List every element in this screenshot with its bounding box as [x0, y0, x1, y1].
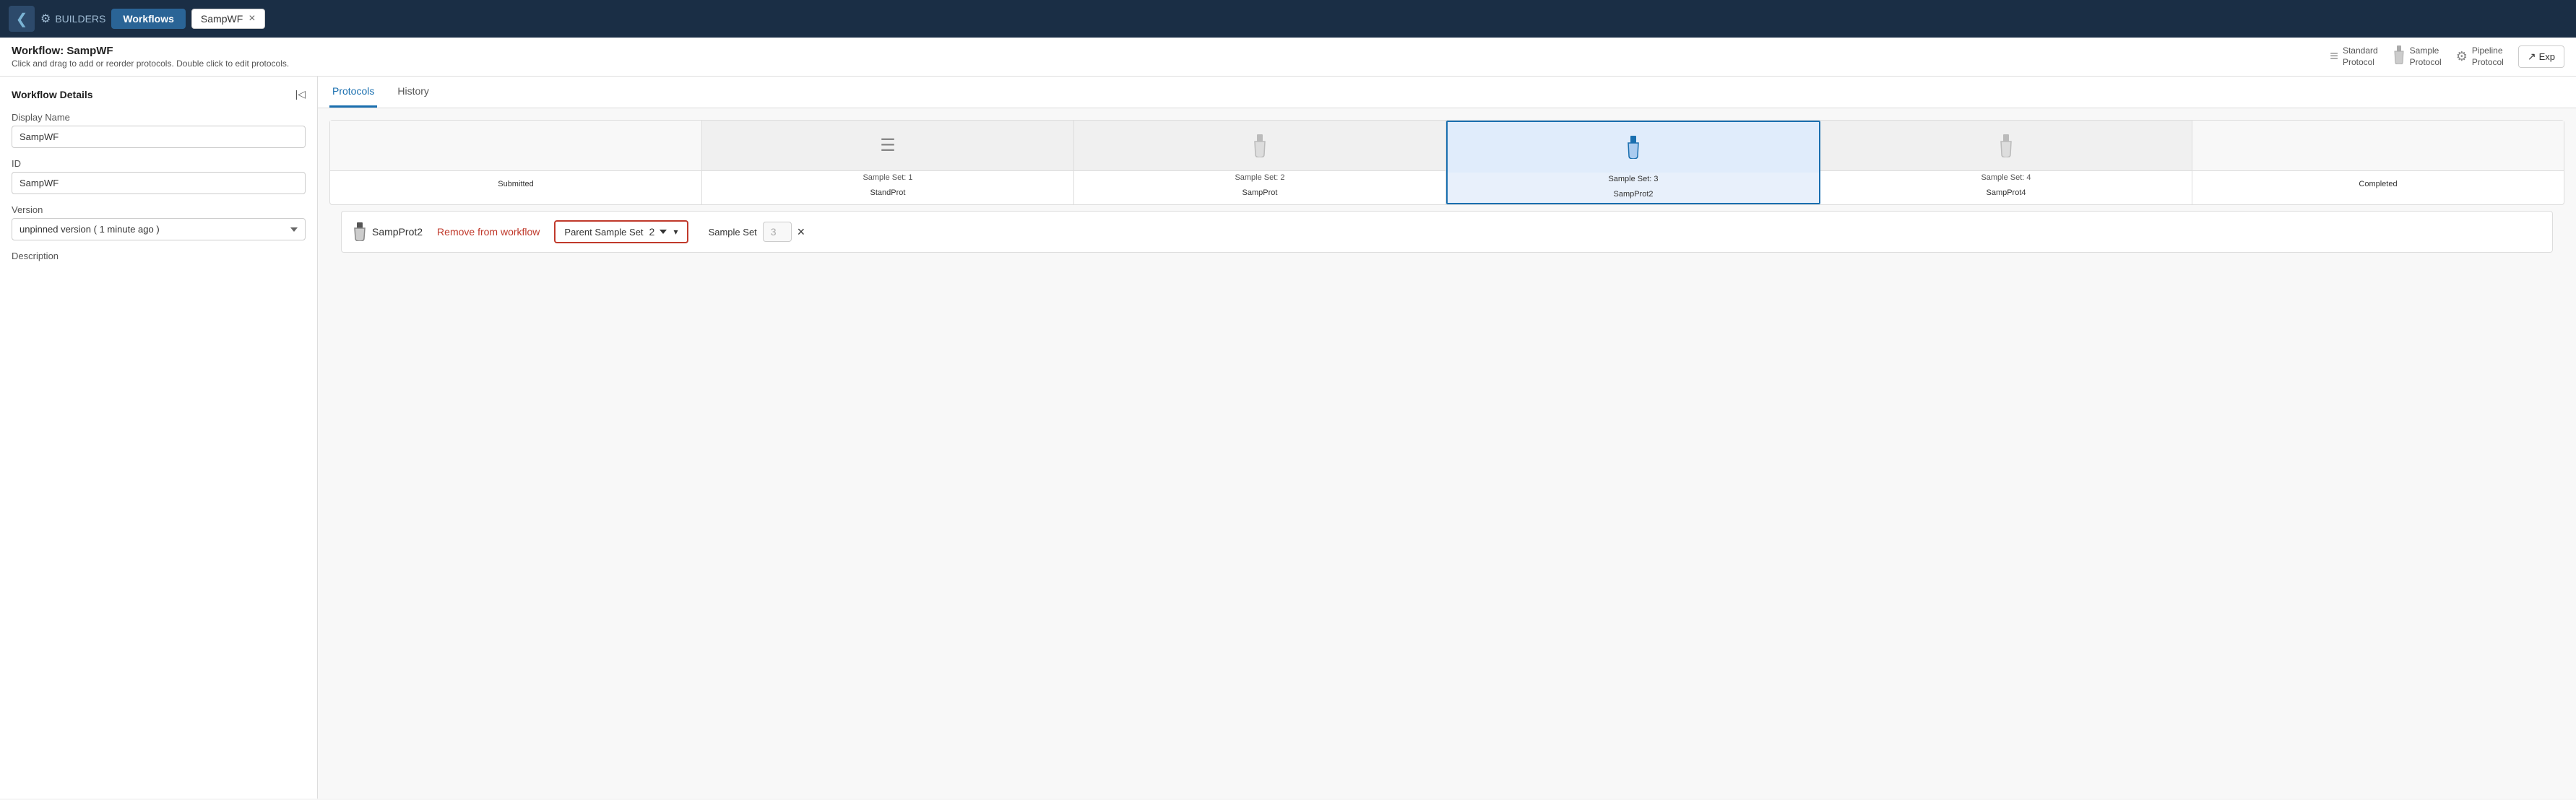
- tab-protocols[interactable]: Protocols: [329, 77, 377, 108]
- step-icon-sampprot4: [1820, 121, 2192, 171]
- step-icon-standprot: ☰: [702, 121, 1073, 171]
- step-set-sampprot4: Sample Set: 4: [1820, 171, 2192, 184]
- step-name-sampprot4: SampProt4: [1820, 184, 2192, 201]
- tube-icon-sampprot2: [1625, 136, 1641, 159]
- workflow-title: Workflow: SampWF: [12, 45, 289, 57]
- version-label: Version: [12, 204, 306, 215]
- tab-history[interactable]: History: [394, 77, 432, 108]
- step-icon-sampprot: [1074, 121, 1445, 171]
- step-icon-submitted: [330, 121, 701, 171]
- sidebar-title: Workflow Details: [12, 89, 93, 100]
- step-sampprot[interactable]: Sample Set: 2 SampProt: [1074, 121, 1446, 204]
- step-submitted: Submitted: [330, 121, 702, 204]
- display-name-input[interactable]: [12, 126, 306, 148]
- id-input[interactable]: [12, 172, 306, 194]
- top-nav: ❮ ⚙ BUILDERS Workflows SampWF ×: [0, 0, 2576, 38]
- step-set-standprot: Sample Set: 1: [702, 171, 1073, 184]
- step-name-sampprot: SampProt: [1074, 184, 1445, 201]
- editor-tube-icon: [353, 222, 366, 241]
- step-name-standprot: StandProt: [702, 184, 1073, 201]
- sample-set-label: Sample Set: [709, 227, 757, 238]
- header-right: ≡ StandardProtocol SampleProtocol ⚙ Pipe…: [2330, 45, 2564, 69]
- list-icon: ☰: [880, 135, 896, 156]
- description-label: Description: [12, 251, 306, 261]
- sample-set-box: Sample Set 3 ×: [709, 222, 805, 242]
- protocol-editor-title: SampProt2: [353, 222, 423, 241]
- export-icon: ↗: [2528, 51, 2536, 63]
- step-icon-completed: [2192, 121, 2564, 171]
- protocol-editor-name: SampProt2: [372, 226, 423, 238]
- step-standprot[interactable]: ☰ Sample Set: 1 StandProt: [702, 121, 1074, 204]
- step-sampprot2[interactable]: Sample Set: 3 SampProt2: [1446, 121, 1820, 204]
- parent-sample-set-select[interactable]: 2: [649, 226, 668, 238]
- tube-icon-sampprot4: [1998, 134, 2014, 157]
- standard-protocol-label: StandardProtocol: [2343, 45, 2378, 68]
- step-set-sampprot2: Sample Set: 3: [1448, 173, 1819, 186]
- sidebar-collapse-button[interactable]: |◁: [295, 88, 306, 100]
- tabs-row: Protocols History: [318, 77, 2576, 108]
- header-left: Workflow: SampWF Click and drag to add o…: [12, 45, 289, 69]
- standard-protocol-icon: ≡: [2330, 48, 2338, 65]
- sample-protocol-icon: [2393, 45, 2406, 69]
- step-icon-sampprot2: [1448, 122, 1819, 173]
- display-name-label: Display Name: [12, 112, 306, 123]
- tube-icon-sampprot: [1252, 134, 1268, 157]
- sample-protocol-type: SampleProtocol: [2393, 45, 2442, 69]
- main-layout: Workflow Details |◁ Display Name ID Vers…: [0, 77, 2576, 799]
- step-name-sampprot2: SampProt2: [1448, 186, 1819, 203]
- parent-sample-set-box: Parent Sample Set 2 ▾: [554, 220, 688, 243]
- version-group: Version unpinned version ( 1 minute ago …: [12, 204, 306, 240]
- version-select[interactable]: unpinned version ( 1 minute ago ): [12, 218, 306, 240]
- step-completed: Completed: [2192, 121, 2564, 204]
- builders-nav: ⚙ BUILDERS: [40, 12, 105, 26]
- pipeline-protocol-type: ⚙ PipelineProtocol: [2456, 45, 2504, 68]
- steps-grid: Submitted ☰ Sample Set: 1 StandProt: [329, 120, 2564, 205]
- step-name-completed: Completed: [2192, 175, 2564, 193]
- parent-chevron-icon: ▾: [674, 227, 678, 237]
- sample-set-value: 3: [763, 222, 792, 242]
- header-row: Workflow: SampWF Click and drag to add o…: [0, 38, 2576, 77]
- sidebar: Workflow Details |◁ Display Name ID Vers…: [0, 77, 318, 799]
- protocol-steps-area: Submitted ☰ Sample Set: 1 StandProt: [318, 108, 2576, 799]
- export-label: Exp: [2539, 51, 2555, 62]
- description-group: Description: [12, 251, 306, 261]
- workflow-subtitle: Click and drag to add or reorder protoco…: [12, 58, 289, 69]
- sample-set-close-button[interactable]: ×: [798, 225, 805, 240]
- sidebar-header: Workflow Details |◁: [12, 88, 306, 100]
- step-name-submitted: Submitted: [330, 175, 701, 193]
- standard-protocol-type: ≡ StandardProtocol: [2330, 45, 2377, 68]
- step-set-sampprot: Sample Set: 2: [1074, 171, 1445, 184]
- nav-tab-close-button[interactable]: ×: [248, 13, 255, 25]
- workflows-button[interactable]: Workflows: [111, 9, 186, 29]
- nav-tab-sampwf: SampWF ×: [191, 9, 265, 29]
- pipeline-protocol-icon: ⚙: [2456, 49, 2468, 64]
- id-group: ID: [12, 158, 306, 194]
- id-label: ID: [12, 158, 306, 169]
- pipeline-protocol-label: PipelineProtocol: [2472, 45, 2504, 68]
- parent-sample-set-label: Parent Sample Set: [564, 227, 643, 238]
- back-button[interactable]: ❮: [9, 6, 35, 32]
- builders-label: BUILDERS: [55, 13, 105, 25]
- protocol-types: ≡ StandardProtocol SampleProtocol ⚙ Pipe…: [2330, 45, 2504, 69]
- step-sampprot4[interactable]: Sample Set: 4 SampProt4: [1820, 121, 2192, 204]
- content-area: Protocols History Submitted: [318, 77, 2576, 799]
- display-name-group: Display Name: [12, 112, 306, 148]
- nav-tab-name: SampWF: [201, 13, 243, 25]
- export-button[interactable]: ↗ Exp: [2518, 45, 2564, 68]
- builders-icon: ⚙: [40, 12, 51, 26]
- remove-from-workflow-button[interactable]: Remove from workflow: [437, 226, 540, 238]
- sample-protocol-label: SampleProtocol: [2410, 45, 2442, 68]
- protocol-editor-row: SampProt2 Remove from workflow Parent Sa…: [341, 211, 2553, 253]
- collapse-icon: |◁: [295, 88, 306, 100]
